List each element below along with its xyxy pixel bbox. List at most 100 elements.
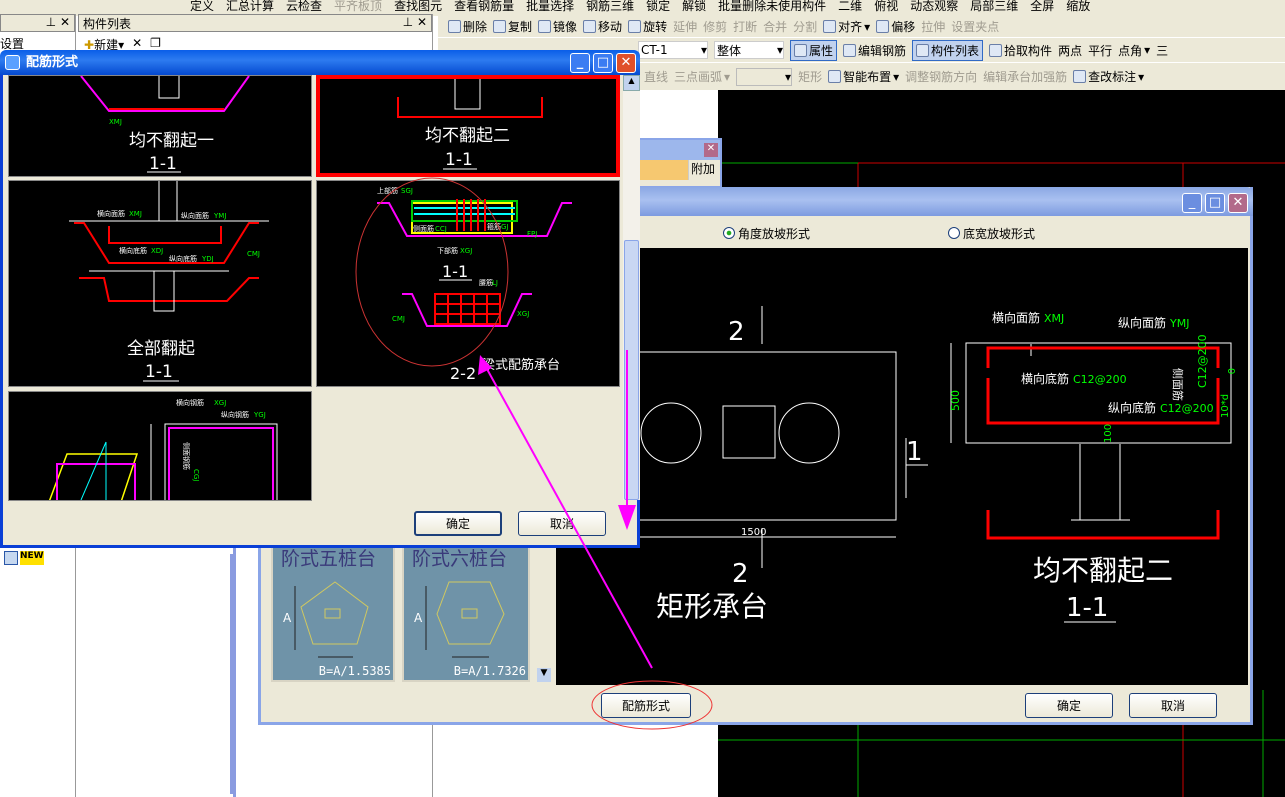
section-height: 500: [949, 390, 962, 411]
label: 箍筋: [487, 222, 501, 231]
toolbar-batch-select[interactable]: 批量选择: [526, 0, 574, 14]
toolbar-view-rebar[interactable]: 查看钢筋量: [454, 0, 514, 14]
section-caption: 均不翻起二: [1033, 554, 1173, 587]
section-1: 1-1: [442, 262, 468, 281]
catalog-item-five-pile[interactable]: 阶式五桩台 A B=A/1.5385: [271, 542, 395, 682]
split-button[interactable]: 分割: [793, 18, 817, 35]
cancel-button[interactable]: 取消: [518, 511, 606, 536]
parallel-button[interactable]: 平行: [1088, 42, 1112, 59]
edit-annotation-button[interactable]: 查改标注 ▾: [1073, 68, 1144, 85]
maximize-button[interactable]: □: [1205, 193, 1225, 213]
set-grip-button[interactable]: 设置夹点: [951, 18, 999, 35]
delete-button[interactable]: 删除: [448, 18, 487, 35]
toolbar-local-3d[interactable]: 局部三维: [970, 0, 1018, 14]
option-caption: 均不翻起二: [425, 126, 510, 146]
label: SGJ: [401, 187, 413, 195]
label: FPJ: [527, 230, 537, 238]
properties-button[interactable]: 属性: [790, 39, 838, 61]
panel-pin-close[interactable]: ⊥ ✕: [403, 15, 427, 31]
cap-cancel-button[interactable]: 取消: [1129, 693, 1217, 718]
label-xdj: 横向底筋: [1021, 371, 1069, 386]
options-scrollbar[interactable]: ▲: [623, 75, 640, 500]
adjust-rebar-dir-button[interactable]: 调整钢筋方向: [905, 68, 977, 85]
edit-cap-rebar-button[interactable]: 编辑承台加强筋: [983, 68, 1067, 85]
back-dialog-close[interactable]: ✕: [704, 143, 718, 157]
catalog-item-name: 阶式六桩台: [412, 548, 508, 570]
arc-button[interactable]: 三点画弧 ▾: [674, 68, 730, 85]
side-length: 10*d: [1220, 394, 1231, 418]
close-button[interactable]: ✕: [1228, 193, 1248, 213]
label: 侧面筋: [413, 224, 434, 233]
label: 下部筋: [437, 246, 458, 255]
scroll-thumb[interactable]: [624, 240, 639, 500]
dialog-title: 配筋形式: [26, 55, 79, 70]
radio-angle-slope[interactable]: 角度放坡形式: [723, 225, 810, 242]
toolbar-align-top[interactable]: 平齐板顶: [334, 0, 382, 14]
cap-ok-button[interactable]: 确定: [1025, 693, 1113, 718]
new-item[interactable]: NEW: [4, 551, 44, 565]
extend-button[interactable]: 延伸: [673, 18, 697, 35]
toolbar-unlock[interactable]: 解锁: [682, 0, 706, 14]
label: CMJ: [247, 250, 260, 258]
scroll-up-button[interactable]: ▲: [623, 75, 640, 91]
component-list-button[interactable]: 构件列表: [912, 39, 984, 61]
label: XGJ: [517, 310, 529, 318]
shape-select[interactable]: ▾: [736, 67, 793, 86]
toolbar-find[interactable]: 查找图元: [394, 0, 442, 14]
cap-catalog: 阶式五桩台 A B=A/1.5385 阶式六桩台 A B=A/1.7326 ▼: [265, 542, 553, 685]
stretch-button[interactable]: 拉伸: [921, 18, 945, 35]
option-uniform-no-bend-1[interactable]: XMJ 均不翻起一 1-1: [8, 75, 312, 177]
label-ymj: 纵向面筋: [1118, 315, 1166, 330]
pick-component-button[interactable]: 拾取构件: [989, 42, 1052, 59]
catalog-item-six-pile[interactable]: 阶式六桩台 A B=A/1.7326: [402, 542, 530, 682]
radio-width-slope[interactable]: 底宽放坡形式: [948, 225, 1035, 242]
line-button[interactable]: 直线: [644, 68, 668, 85]
option-all-bend[interactable]: 横向面筋 XMJ 纵向面筋 YMJ 横向底筋 XDJ 纵向底筋 YDJ CMJ …: [8, 180, 312, 387]
option-uniform-no-bend-2[interactable]: 均不翻起二 1-1: [316, 75, 620, 177]
toolbar-cloud-check[interactable]: 云检查: [286, 0, 322, 14]
trim-button[interactable]: 修剪: [703, 18, 727, 35]
offset-button[interactable]: 偏移: [876, 18, 915, 35]
label: 横向底筋: [119, 246, 147, 255]
back-dialog: ✕ 附加: [638, 138, 722, 188]
three-point-button[interactable]: 三: [1156, 42, 1168, 59]
toolbar-zoom[interactable]: 缩放: [1066, 0, 1090, 14]
toolbar-2d[interactable]: 二维: [838, 0, 862, 14]
align-button[interactable]: 对齐 ▾: [823, 18, 870, 35]
two-point-button[interactable]: 两点: [1058, 42, 1082, 59]
copy-button[interactable]: 复制: [493, 18, 532, 35]
label: CMJ: [392, 315, 405, 323]
edit-rebar-button[interactable]: 编辑钢筋: [843, 42, 906, 59]
merge-button[interactable]: 合并: [763, 18, 787, 35]
point-angle-button[interactable]: 点角 ▾: [1118, 42, 1150, 59]
label: XGJ: [214, 399, 226, 407]
toolbar-fullscreen[interactable]: 全屏: [1030, 0, 1054, 14]
rotate-button[interactable]: 旋转: [628, 18, 667, 35]
toolbar-orbit[interactable]: 动态观察: [910, 0, 958, 14]
catalog-scroll-down[interactable]: ▼: [537, 668, 551, 682]
ok-button[interactable]: 确定: [414, 511, 502, 536]
component-select[interactable]: CT-1 ▾: [638, 41, 708, 59]
rect-button[interactable]: 矩形: [798, 68, 822, 85]
toolbar-lock[interactable]: 锁定: [646, 0, 670, 14]
toolbar-summary[interactable]: 汇总计算: [226, 0, 274, 14]
scope-select[interactable]: 整体 ▾: [714, 41, 784, 59]
smart-place-button[interactable]: 智能布置 ▾: [828, 68, 899, 85]
rebar-form-button[interactable]: 配筋形式: [601, 693, 691, 718]
minimize-button[interactable]: _: [570, 53, 590, 73]
option-beam-type[interactable]: 上部筋 SGJ 侧面筋 CCJ 箍筋 GJ 下部筋 XGJ FPJ 腰筋 LJ …: [316, 180, 620, 387]
toolbar-top-view[interactable]: 俯视: [874, 0, 898, 14]
close-button[interactable]: ✕: [616, 53, 636, 73]
move-button[interactable]: 移动: [583, 18, 622, 35]
mirror-button[interactable]: 镜像: [538, 18, 577, 35]
break-button[interactable]: 打断: [733, 18, 757, 35]
toolbar-rebar-3d[interactable]: 钢筋三维: [586, 0, 634, 14]
toolbar-batch-delete[interactable]: 批量删除未使用构件: [718, 0, 826, 14]
option-caption: 全部翻起: [127, 339, 195, 359]
maximize-button[interactable]: □: [593, 53, 613, 73]
column-header-extra: 附加: [688, 160, 720, 180]
minimize-button[interactable]: _: [1182, 193, 1202, 213]
toolbar-define[interactable]: 定义: [190, 0, 214, 14]
option-section: 1-1: [149, 154, 177, 174]
option-stepped[interactable]: 横向钢筋 XGJ 纵向钢筋 YGJ 侧面钢筋 CGJ: [8, 391, 312, 505]
